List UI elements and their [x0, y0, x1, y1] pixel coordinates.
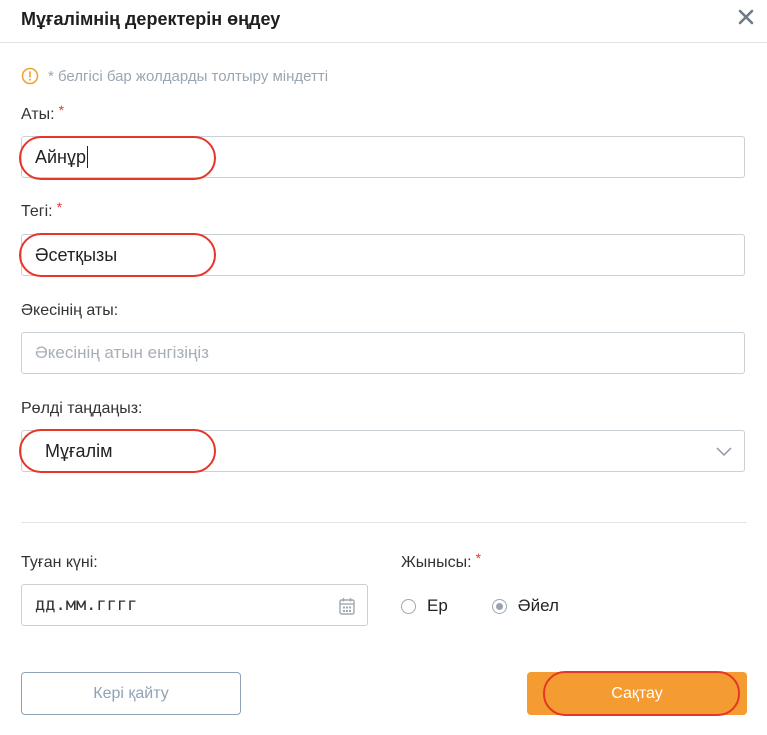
role-value: Мұғалім: [45, 440, 113, 461]
gender-radio-group: Ер Әйел: [401, 596, 559, 616]
required-note: * белгісі бар жолдарды толтыру міндетті: [21, 67, 328, 85]
info-icon: [21, 67, 39, 85]
first-name-value: Айнұр: [35, 146, 87, 167]
gender-female-label[interactable]: Әйел: [518, 596, 559, 616]
birth-date-placeholder: дд.мм.гггг: [35, 595, 138, 615]
close-icon[interactable]: [736, 7, 756, 27]
required-mark: *: [475, 550, 482, 566]
required-mark: *: [58, 102, 65, 118]
birth-date-input[interactable]: дд.мм.гггг: [21, 584, 368, 626]
required-mark: *: [56, 199, 63, 215]
first-name-input[interactable]: Айнұр: [21, 136, 745, 178]
save-button[interactable]: Сақтау: [527, 672, 747, 715]
gender-male-radio[interactable]: [401, 598, 416, 614]
last-name-input[interactable]: Әсетқызы: [21, 234, 745, 276]
gender-male-label[interactable]: Ер: [427, 596, 448, 616]
section-divider: [21, 522, 747, 523]
dialog-title: Мұғалімнің деректерін өңдеу: [21, 9, 281, 29]
dialog-header: Мұғалімнің деректерін өңдеу: [0, 0, 767, 43]
patronymic-input[interactable]: Әкесінің атын енгізіңіз: [21, 332, 745, 374]
birth-date-label: Туған күні:: [21, 554, 98, 571]
calendar-icon[interactable]: [339, 597, 355, 615]
first-name-label: Аты: *: [21, 102, 65, 123]
patronymic-placeholder: Әкесінің атын енгізіңіз: [35, 343, 209, 362]
role-select[interactable]: Мұғалім: [21, 430, 745, 472]
last-name-value: Әсетқызы: [35, 244, 118, 265]
back-button[interactable]: Кері қайту: [21, 672, 241, 715]
text-caret: [87, 146, 89, 168]
chevron-down-icon: [716, 447, 732, 457]
patronymic-label: Әкесінің аты:: [21, 302, 119, 319]
last-name-label: Тегі: *: [21, 199, 63, 220]
gender-female-radio[interactable]: [491, 598, 507, 614]
gender-label: Жынысы: *: [401, 550, 482, 571]
required-note-text: * белгісі бар жолдарды толтыру міндетті: [48, 67, 329, 85]
role-label: Рөлді таңдаңыз:: [21, 400, 143, 417]
